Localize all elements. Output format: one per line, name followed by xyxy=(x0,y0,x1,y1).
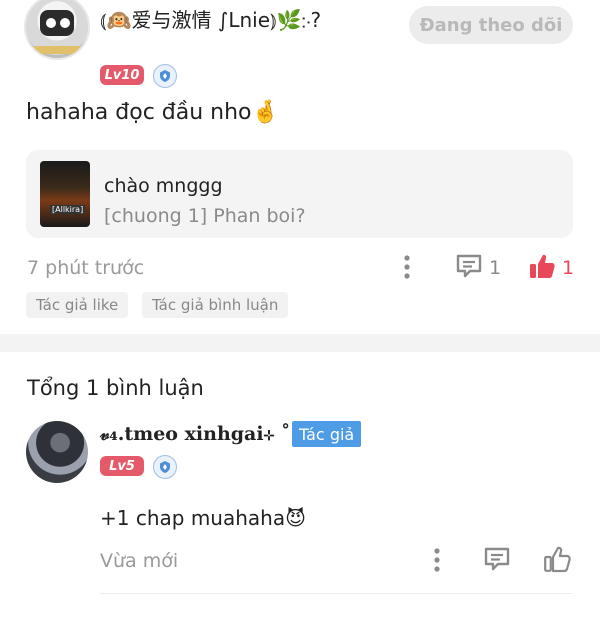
commenter-avatar[interactable] xyxy=(26,421,88,483)
card-subtitle: [chuong 1] Phan boi? xyxy=(104,205,306,227)
like-count: 1 xyxy=(562,257,575,279)
more-options-icon[interactable] xyxy=(430,547,444,573)
thumbs-up-icon xyxy=(528,252,556,284)
comment-text: +1 chap muahaha😈 xyxy=(100,506,306,530)
comment-count: 1 xyxy=(489,257,502,279)
shield-icon xyxy=(153,455,177,479)
reply-button[interactable] xyxy=(483,546,511,576)
chip-author-commented: Tác giả bình luận xyxy=(142,292,289,318)
commenter-name[interactable]: 𝓋₄.tmeo xinhgai⊹ ˚ xyxy=(100,423,290,445)
more-options-icon[interactable] xyxy=(400,254,414,280)
chip-author-liked: Tác giả like xyxy=(26,292,129,318)
comment-time: Vừa mới xyxy=(100,550,179,572)
comment-icon xyxy=(483,546,511,576)
shield-icon xyxy=(153,64,177,88)
post-text: hahaha đọc đầu nho🤞 xyxy=(26,100,279,125)
level-badge: Lv10 xyxy=(100,65,144,85)
comment-divider xyxy=(100,593,573,594)
comment-button[interactable]: 1 xyxy=(455,253,501,283)
level-badge: Lv5 xyxy=(100,456,144,476)
following-button[interactable]: Đang theo dõi xyxy=(409,6,573,44)
thumbs-up-icon xyxy=(543,545,571,577)
thumbnail-tag: [Allkira] xyxy=(50,205,86,214)
chapter-thumbnail: [Allkira] xyxy=(40,161,90,227)
comments-total: Tổng 1 bình luận xyxy=(27,376,204,400)
like-button[interactable]: 1 xyxy=(528,252,574,284)
post-author-name[interactable]: ⦅🙉爱与激情 ∫Lnie⦆🌿჻? xyxy=(100,4,321,33)
section-divider xyxy=(0,334,600,352)
comment-icon xyxy=(455,253,483,283)
post-time: 7 phút trước xyxy=(27,257,145,279)
card-title: chào mnggg xyxy=(104,175,223,197)
author-tag-badge: Tác giả xyxy=(292,421,362,447)
post-author-avatar[interactable] xyxy=(24,0,90,60)
like-button[interactable] xyxy=(543,545,571,577)
